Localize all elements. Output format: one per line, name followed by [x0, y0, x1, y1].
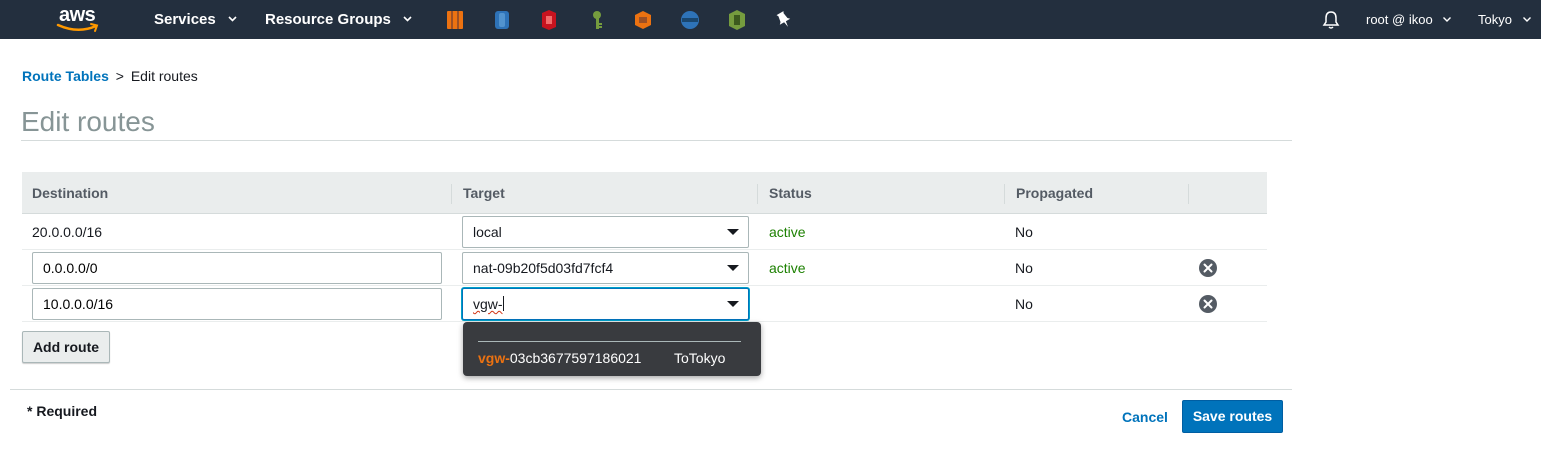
- dropdown-arrow-icon: [727, 229, 739, 235]
- rds-icon[interactable]: [680, 9, 700, 31]
- table-row: 20.0.0.0/16 local active No: [22, 214, 1267, 250]
- propagated-cell: No: [1015, 224, 1033, 240]
- save-routes-button[interactable]: Save routes: [1182, 400, 1283, 433]
- dynamodb-icon[interactable]: [492, 9, 512, 31]
- ec2-icon[interactable]: [445, 9, 465, 31]
- footer-divider: [10, 389, 1292, 390]
- table-row: vgw- No: [22, 286, 1267, 322]
- column-divider: [757, 184, 758, 204]
- text-cursor: [502, 296, 504, 311]
- target-select-value: nat-09b20f5d03fd7fcf4: [473, 260, 614, 276]
- target-dropdown-menu: vgw-03cb3677597186021 ToTokyo: [463, 322, 761, 376]
- option-id: vgw-03cb3677597186021: [478, 350, 641, 366]
- cancel-button[interactable]: Cancel: [1122, 409, 1168, 425]
- target-select-value: local: [473, 224, 502, 240]
- column-divider: [1004, 184, 1005, 204]
- target-select[interactable]: local: [462, 216, 749, 248]
- required-note: * Required: [27, 403, 98, 419]
- breadcrumb-route-tables-link[interactable]: Route Tables: [22, 68, 109, 84]
- option-id-rest: 03cb3677597186021: [509, 350, 642, 366]
- cloudformation-icon[interactable]: [727, 9, 747, 31]
- resource-groups-label: Resource Groups: [265, 11, 391, 28]
- region-menu[interactable]: Tokyo: [1478, 12, 1531, 27]
- account-menu[interactable]: root @ ikoo: [1366, 12, 1452, 27]
- title-divider: [21, 140, 1292, 141]
- region-label: Tokyo: [1478, 12, 1512, 27]
- aws-logo[interactable]: aws: [56, 4, 102, 34]
- option-id-match: vgw-: [478, 350, 510, 366]
- dropdown-arrow-icon: [727, 301, 739, 307]
- services-menu[interactable]: Services: [154, 11, 237, 28]
- column-divider: [1188, 184, 1189, 204]
- status-cell: active: [769, 260, 806, 276]
- header-target: Target: [463, 185, 505, 201]
- destination-cell: 20.0.0.0/16: [32, 224, 103, 240]
- propagated-cell: No: [1015, 296, 1033, 312]
- account-label: root @ ikoo: [1366, 12, 1433, 27]
- column-divider: [451, 184, 452, 204]
- breadcrumb-separator: >: [115, 68, 124, 84]
- destination-input[interactable]: [32, 252, 442, 284]
- header-propagated: Propagated: [1016, 185, 1094, 201]
- target-select[interactable]: vgw-: [462, 288, 749, 320]
- destination-input[interactable]: [32, 288, 442, 320]
- add-route-button[interactable]: Add route: [22, 331, 110, 363]
- pin-icon[interactable]: [774, 9, 794, 31]
- dropdown-option[interactable]: vgw-03cb3677597186021 ToTokyo: [463, 344, 761, 374]
- remove-route-icon[interactable]: [1199, 259, 1217, 277]
- header-destination: Destination: [32, 185, 109, 201]
- notifications-bell-icon[interactable]: [1321, 10, 1341, 30]
- cloudtrail-icon[interactable]: [539, 9, 559, 31]
- table-row: nat-09b20f5d03fd7fcf4 active No: [22, 250, 1267, 286]
- remove-route-icon[interactable]: [1199, 295, 1217, 313]
- kms-icon[interactable]: [587, 9, 607, 31]
- page-title: Edit routes: [21, 106, 155, 137]
- services-label: Services: [154, 11, 216, 28]
- target-select[interactable]: nat-09b20f5d03fd7fcf4: [462, 252, 749, 284]
- status-cell: active: [769, 224, 806, 240]
- chevron-down-icon: [403, 16, 412, 22]
- target-select-value: vgw-: [473, 296, 503, 312]
- dropdown-arrow-icon: [727, 265, 739, 271]
- breadcrumb-current: Edit routes: [130, 68, 198, 84]
- chevron-down-icon: [1522, 17, 1531, 22]
- option-name: ToTokyo: [674, 350, 726, 366]
- aws-smile-icon: [56, 23, 99, 32]
- cloudfront-icon[interactable]: [633, 9, 653, 31]
- top-navigation-bar: aws Services Resource Groups root @ ikoo…: [0, 0, 1541, 39]
- header-status: Status: [769, 185, 812, 201]
- resource-groups-menu[interactable]: Resource Groups: [265, 11, 412, 28]
- chevron-down-icon: [1443, 17, 1452, 22]
- dropdown-divider: [478, 341, 741, 342]
- propagated-cell: No: [1015, 260, 1033, 276]
- chevron-down-icon: [228, 16, 237, 22]
- table-header: Destination Target Status Propagated: [22, 172, 1267, 214]
- breadcrumb: Route Tables > Edit routes: [22, 68, 198, 84]
